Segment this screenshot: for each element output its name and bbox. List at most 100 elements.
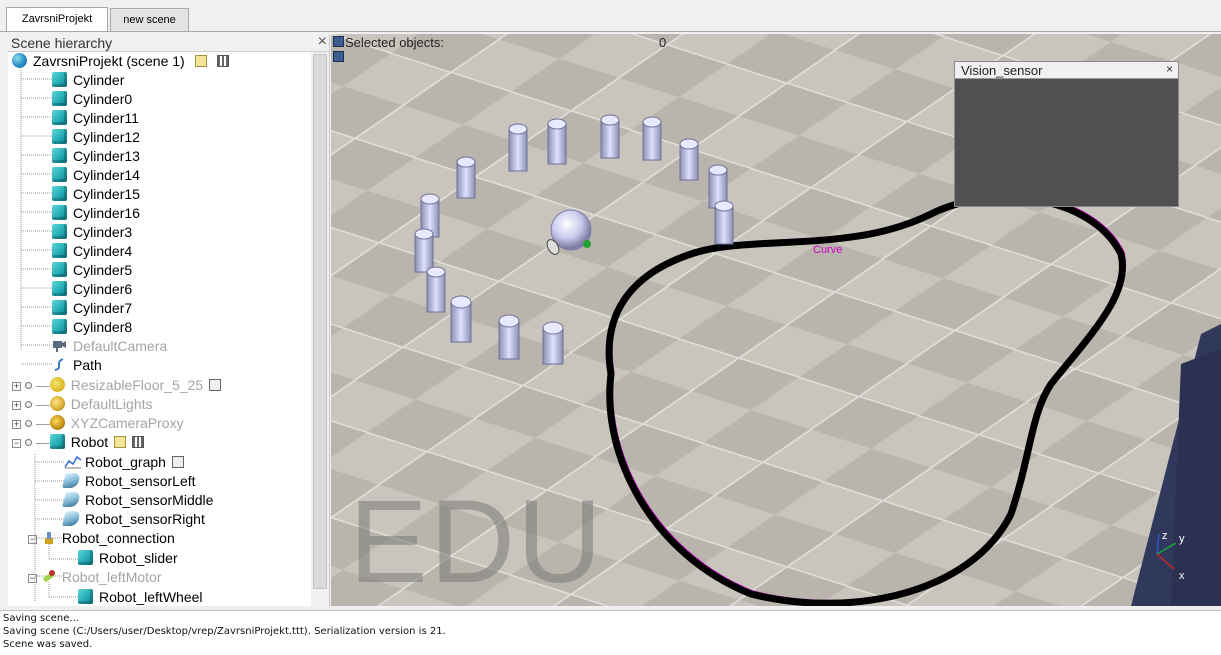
tree-item-robot-slider[interactable]: Robot_slider	[78, 550, 178, 569]
tree-item-cylinder4[interactable]: Cylinder4	[52, 243, 132, 262]
selected-objects-count: 0	[659, 35, 667, 50]
cube-icon	[52, 72, 67, 87]
curve-label: Curve	[813, 244, 842, 256]
tree-item-label: Cylinder	[73, 72, 125, 88]
camera-proxy-icon	[49, 415, 65, 430]
hierarchy-scrollbar[interactable]	[311, 52, 329, 606]
proximity-sensor-icon	[61, 511, 82, 526]
lights-icon	[49, 396, 65, 411]
axis-x-label: x	[1179, 570, 1185, 582]
cube-icon	[52, 224, 67, 239]
tab-label: ZavrsniProjekt	[21, 13, 93, 25]
tree-item-path[interactable]: Path	[52, 357, 102, 376]
cube-icon	[49, 434, 65, 449]
tab-label: new scene	[123, 14, 176, 26]
tree-item-cylinder15[interactable]: Cylinder15	[52, 186, 140, 205]
script-icon[interactable]	[194, 55, 207, 67]
tree-item-cylinder16[interactable]: Cylinder16	[52, 205, 140, 224]
visibility-dot-icon[interactable]	[24, 401, 32, 408]
expand-toggle-icon[interactable]: +	[12, 382, 21, 391]
tree-item-label: Robot_leftWheel	[99, 589, 203, 605]
visibility-dot-icon[interactable]	[24, 382, 32, 389]
cube-icon	[52, 281, 67, 296]
3d-viewport[interactable]: Curve z y x Selected objects: 0 Vision_s…	[331, 34, 1221, 606]
tree-item-robot-sensorleft[interactable]: Robot_sensorLeft	[61, 473, 196, 492]
tree-item-defaultcamera[interactable]: DefaultCamera	[52, 338, 167, 357]
tree-item-robot-sensorright[interactable]: Robot_sensorRight	[61, 511, 205, 530]
tree-item-label: Robot_sensorRight	[85, 511, 205, 527]
tree-item-robot-connection[interactable]: − Robot_connection	[28, 530, 175, 549]
tree-item-cylinder7[interactable]: Cylinder7	[52, 300, 132, 319]
camera-icon	[52, 338, 67, 353]
tree-item-cylinder6[interactable]: Cylinder6	[52, 281, 132, 300]
vision-sensor-header[interactable]: Vision_sensor ×	[955, 62, 1178, 79]
expand-toggle-icon[interactable]: −	[28, 535, 37, 544]
path-icon	[52, 357, 67, 372]
tree-item-cylinder5[interactable]: Cylinder5	[52, 262, 132, 281]
cube-icon	[52, 186, 67, 201]
scrollbar-thumb[interactable]	[313, 54, 327, 589]
tree-item-label: XYZCameraProxy	[70, 415, 184, 431]
tab-new-scene[interactable]: new scene	[110, 8, 189, 31]
tree-item-robot-leftmotor[interactable]: − Robot_leftMotor	[28, 569, 162, 588]
script-icon[interactable]	[171, 456, 184, 468]
tree-item-label: Cylinder16	[73, 205, 140, 221]
customization-script-icon[interactable]	[216, 55, 229, 67]
tree-item-label: Robot	[70, 434, 109, 450]
scene-globe-icon	[12, 53, 27, 68]
script-icon[interactable]	[209, 379, 222, 391]
cube-icon	[52, 262, 67, 277]
vision-sensor-window[interactable]: Vision_sensor ×	[954, 61, 1179, 207]
expand-toggle-icon[interactable]: −	[28, 574, 37, 583]
tree-item-robot-sensormiddle[interactable]: Robot_sensorMiddle	[61, 492, 214, 511]
tree-item-cylinder0[interactable]: Cylinder0	[52, 91, 132, 110]
cube-icon	[52, 319, 67, 334]
edu-watermark: EDU	[349, 476, 605, 606]
cube-icon	[52, 148, 67, 163]
tree-item-label: Cylinder11	[73, 110, 139, 126]
tree-item-cylinder8[interactable]: Cylinder8	[52, 319, 132, 338]
tree-item-cylinder13[interactable]: Cylinder13	[52, 148, 140, 167]
tree-item-cylinder12[interactable]: Cylinder12	[52, 129, 140, 148]
tree-item-cylinder11[interactable]: Cylinder11	[52, 110, 139, 129]
cube-icon	[52, 110, 67, 125]
tree-item-robot-leftwheel[interactable]: Robot_leftWheel	[78, 589, 203, 606]
visibility-dot-icon[interactable]	[24, 439, 32, 446]
tree-item-resizablefloor-5-25[interactable]: + — ResizableFloor_5_25	[12, 377, 222, 396]
expand-toggle-icon[interactable]: +	[12, 401, 21, 410]
customization-script-icon[interactable]	[132, 436, 145, 448]
visibility-dot-icon[interactable]	[24, 420, 32, 427]
tree-item-label: Cylinder0	[73, 91, 133, 107]
close-icon[interactable]: ×	[318, 34, 327, 51]
tree-item-label: ResizableFloor_5_25	[70, 377, 204, 393]
tree-item-cylinder14[interactable]: Cylinder14	[52, 167, 140, 186]
viewport-toggle-button[interactable]	[333, 36, 344, 47]
tree-item-robot-graph[interactable]: Robot_graph	[64, 454, 184, 473]
tree-item-robot[interactable]: − — Robot	[12, 434, 145, 453]
tree-item-label: Cylinder14	[73, 167, 140, 183]
cube-icon	[52, 300, 67, 315]
tree-item-label: Robot_connection	[61, 530, 175, 546]
tab-zavrsniprojekt[interactable]: ZavrsniProjekt	[6, 7, 108, 32]
cube-icon	[78, 550, 93, 565]
tree-item-label: Cylinder7	[73, 300, 133, 316]
tree-item-label: Robot_leftMotor	[61, 569, 162, 585]
viewport-toggle-button-2[interactable]	[333, 51, 344, 62]
console-line: Scene was saved.	[3, 639, 93, 650]
expand-toggle-icon[interactable]: −	[12, 439, 21, 448]
expand-toggle-icon[interactable]: +	[12, 420, 21, 429]
cube-icon	[52, 91, 67, 106]
script-icon[interactable]	[114, 436, 127, 448]
tree-item-label: Robot_sensorMiddle	[85, 492, 214, 508]
tree-root[interactable]: ZavrsniProjekt (scene 1)	[12, 53, 229, 72]
graph-icon	[64, 454, 82, 469]
tree-item-label: Cylinder3	[73, 224, 133, 240]
tree-item-xyzcameraproxy[interactable]: + — XYZCameraProxy	[12, 415, 184, 434]
status-console: Saving scene... Saving scene (C:/Users/u…	[0, 610, 1221, 655]
tree-item-cylinder3[interactable]: Cylinder3	[52, 224, 132, 243]
tree-item-cylinder[interactable]: Cylinder	[52, 72, 124, 91]
tree-item-label: Cylinder6	[73, 281, 133, 297]
axis-y-label: y	[1179, 533, 1185, 545]
close-icon[interactable]: ×	[1166, 62, 1173, 76]
tree-item-defaultlights[interactable]: + — DefaultLights	[12, 396, 153, 415]
